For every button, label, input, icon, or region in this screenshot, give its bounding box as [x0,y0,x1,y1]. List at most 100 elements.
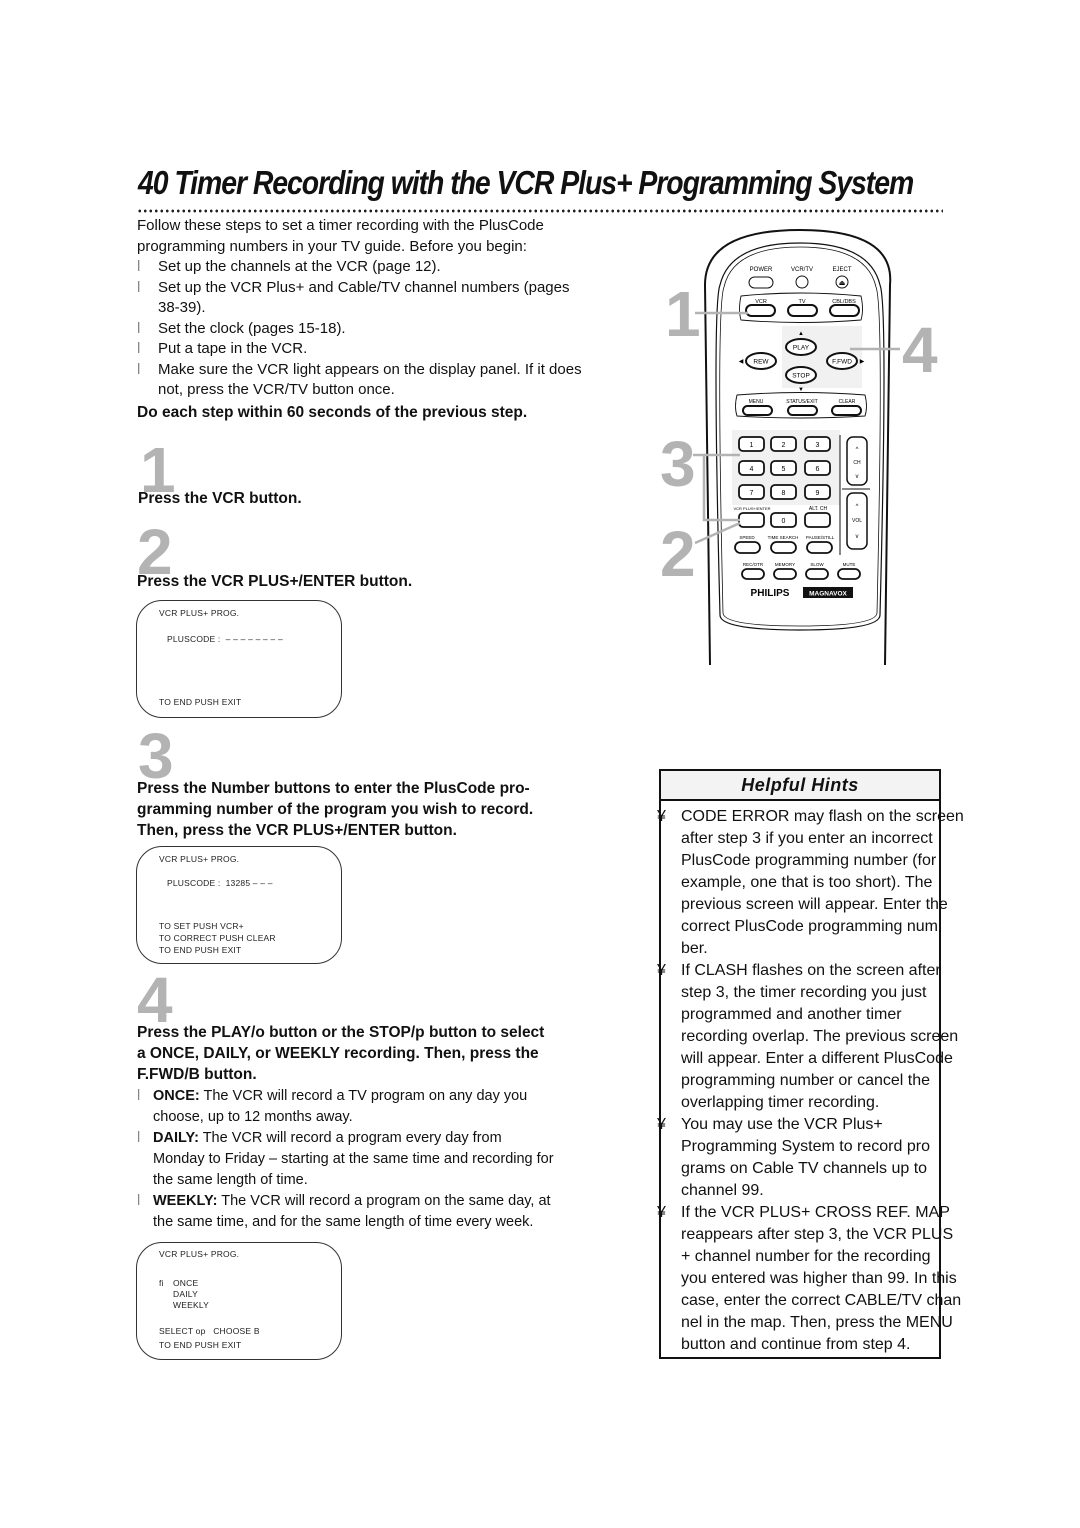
bullet-icon: l [137,340,141,357]
callout-step-3: 3 [660,428,696,500]
label-eject: EJECT [832,267,851,273]
time-search-button[interactable] [770,541,797,554]
svg-text:▶: ▶ [860,359,865,365]
svg-text:PLAY: PLAY [793,345,810,352]
memory-button[interactable] [773,568,797,580]
callout-step-1: 1 [665,278,701,350]
digit-6-label: 6 [816,466,820,473]
bullet-icon: l [137,319,141,337]
pause-still-button[interactable] [806,541,833,554]
vcr-button[interactable] [745,304,776,317]
number-pad: 1 2 3 4 5 6 7 8 9 [738,436,831,500]
screen-heading: VCR PLUS+ PROG. [159,608,240,618]
tv-button[interactable] [787,304,818,317]
tv-screen-step4: VCR PLUS+ PROG. fi ONCE DAILY WEEKLY SEL… [136,1242,342,1360]
vcrtv-button[interactable] [795,275,809,289]
vcr-plus-enter-button[interactable] [738,512,765,528]
menu-option-daily: DAILY [173,1289,198,1299]
speed-button[interactable] [734,541,761,554]
svg-text:VOL: VOL [852,518,862,524]
bullet-icon: ¥ [657,808,666,825]
hints-list: ¥ CODE ERROR may flash on the screen afte… [657,806,1000,1356]
screen-hint: TO SET PUSH VCR+ [159,921,244,931]
option-daily: l DAILY: The VCR will record a program ev… [137,1130,554,1188]
label-vcrtv: VCR/TV [791,267,813,273]
alt-ch-button[interactable] [804,512,831,528]
svg-text:v: v [856,534,859,540]
status-exit-button[interactable] [787,405,818,416]
hint-item: ¥ You may use the VCR Plus+ Programming S… [657,1116,930,1199]
svg-text:0: 0 [782,518,786,525]
digit-8-label: 8 [782,490,786,497]
menu-button[interactable] [742,405,773,416]
digit-4-label: 4 [750,466,754,473]
svg-text:MAGNAVOX: MAGNAVOX [809,591,847,598]
svg-text:^: ^ [856,504,859,510]
bullet-icon: l [137,278,141,296]
svg-text:PAUSE/STILL: PAUSE/STILL [806,535,835,540]
svg-text:v: v [856,474,859,480]
intro-section: Follow these steps to set a timer record… [137,216,647,423]
screen-hint: TO END PUSH EXIT [159,1340,242,1350]
menu-option-once: ONCE [173,1278,199,1288]
svg-text:CLEAR: CLEAR [839,399,856,405]
svg-text:▲: ▲ [798,331,804,337]
digit-5-label: 5 [782,466,786,473]
callout-step-4: 4 [902,314,938,386]
screen-heading: VCR PLUS+ PROG. [159,1249,240,1259]
philips-logo: PHILIPS [751,588,790,599]
svg-text:REC/OTR: REC/OTR [743,562,764,567]
slow-button[interactable] [805,568,829,580]
cbl-dbs-button[interactable] [829,304,860,317]
bullet-icon: l [137,258,141,275]
bullet-icon: ¥ [657,962,666,979]
hints-title: Helpful Hints [659,769,941,801]
menu-option-weekly: WEEKLY [173,1300,209,1310]
bullet-icon: ¥ [657,1116,666,1133]
tv-screen-step2: VCR PLUS+ PROG. PLUSCODE : – – – – – – –… [136,600,342,718]
pluscode-field: PLUSCODE : – – – – – – – – [167,634,283,644]
step-4-instruction: Press the PLAY/o button or the STOP/p bu… [137,1024,545,1083]
tv-screen-step3: VCR PLUS+ PROG. PLUSCODE : 13285 – – – T… [136,846,342,964]
svg-text:STATUS/EXIT: STATUS/EXIT [786,399,817,405]
prereq-item: l Make sure the VCR light appears on the … [137,360,582,399]
intro-line: programming numbers in your TV guide. Be… [137,237,527,255]
rec-otr-button[interactable] [741,568,765,580]
svg-text:MENU: MENU [749,399,764,405]
digit-7-label: 7 [750,490,754,497]
bullet-icon: l [137,1088,141,1104]
dotted-divider [137,209,943,213]
svg-text:TIME SEARCH: TIME SEARCH [768,535,799,540]
hint-item: ¥ If the VCR PLUS+ CROSS REF. MAP reappea… [657,1204,962,1353]
svg-text:SPEED: SPEED [739,535,755,540]
svg-text:CH: CH [853,460,861,466]
step-1-instruction: Press the VCR button. [138,490,302,507]
digit-1-label: 1 [750,442,754,449]
svg-text:STOP: STOP [792,373,810,380]
bullet-icon: l [137,1193,141,1209]
prereq-item: l Put a tape in the VCR. [137,339,647,360]
recording-options: l ONCE: The VCR will record a TV program … [137,1086,637,1233]
option-weekly: l WEEKLY: The VCR will record a program o… [137,1193,551,1230]
mute-button[interactable] [837,568,861,580]
prereq-item: l Set up the channels at the VCR (page 12… [137,257,647,278]
clear-button[interactable] [831,405,862,416]
svg-text:MEMORY: MEMORY [775,562,795,567]
svg-text:^: ^ [856,447,859,453]
hint-item: ¥ CODE ERROR may flash on the screen afte… [657,808,964,957]
screen-hint: TO END PUSH EXIT [159,697,242,707]
page-title: 40 Timer Recording with the VCR Plus+ Pr… [138,164,914,201]
pluscode-field: PLUSCODE : 13285 – – – [167,878,273,888]
svg-text:MUTE: MUTE [843,562,856,567]
callout-step-2: 2 [660,518,696,590]
svg-text:VCR PLUS+/ENTER: VCR PLUS+/ENTER [733,506,770,511]
hint-item: ¥ If CLASH flashes on the screen after st… [657,962,959,1111]
step-2-instruction: Press the VCR PLUS+/ENTER button. [137,573,413,590]
screen-hint: SELECT op CHOOSE B [159,1326,260,1336]
digit-9-label: 9 [816,490,820,497]
svg-text:SLOW: SLOW [810,562,824,567]
label-power: POWER [750,267,773,273]
bullet-icon: ¥ [657,1204,666,1221]
timing-note: Do each step within 60 seconds of the pr… [137,403,528,421]
power-button[interactable] [748,276,774,289]
